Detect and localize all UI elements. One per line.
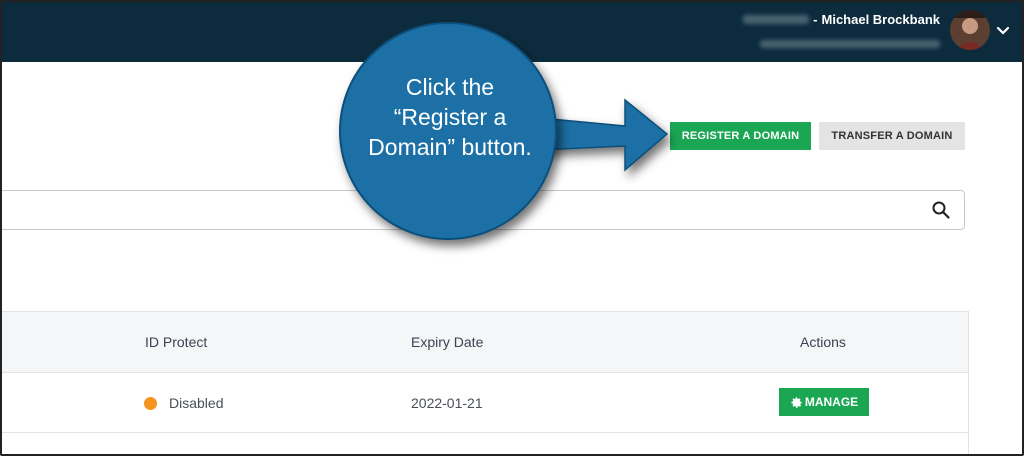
redacted-text [743,15,810,24]
avatar[interactable] [950,10,990,50]
callout-arrow [539,98,669,172]
column-actions: Actions [800,334,846,350]
user-name: Michael Brockbank [821,12,941,27]
gear-icon [791,396,802,408]
table-row: Disabled 2022-01-21 MANAGE [0,373,968,433]
redacted-email [760,40,940,48]
name-prefix: - [813,12,818,27]
status-dot [144,397,157,410]
id-protect-status: Disabled [169,395,224,411]
search-icon[interactable] [932,201,950,219]
transfer-domain-button[interactable]: TRANSFER A DOMAIN [819,122,965,150]
user-account-info[interactable]: - Michael Brockbank [743,12,940,53]
manage-label: MANAGE [804,395,859,409]
callout-text: Click the “Register a Domain” button. [350,72,550,162]
table-header: ID Protect Expiry Date Actions [0,312,968,373]
top-navigation-bar: - Michael Brockbank [0,0,1024,62]
manage-button[interactable]: MANAGE [779,388,869,416]
callout-line-3: Domain” button. [368,134,532,160]
domains-table: ID Protect Expiry Date Actions Disabled … [0,311,969,456]
chevron-down-icon[interactable] [996,24,1010,38]
search-input[interactable] [0,190,965,230]
expiry-date: 2022-01-21 [411,395,483,411]
register-domain-button[interactable]: REGISTER A DOMAIN [670,122,811,150]
column-expiry-date[interactable]: Expiry Date [411,334,483,350]
callout-line-1: Click the [405,74,495,100]
column-id-protect[interactable]: ID Protect [145,334,207,350]
callout-line-2: “Register a [393,104,507,130]
